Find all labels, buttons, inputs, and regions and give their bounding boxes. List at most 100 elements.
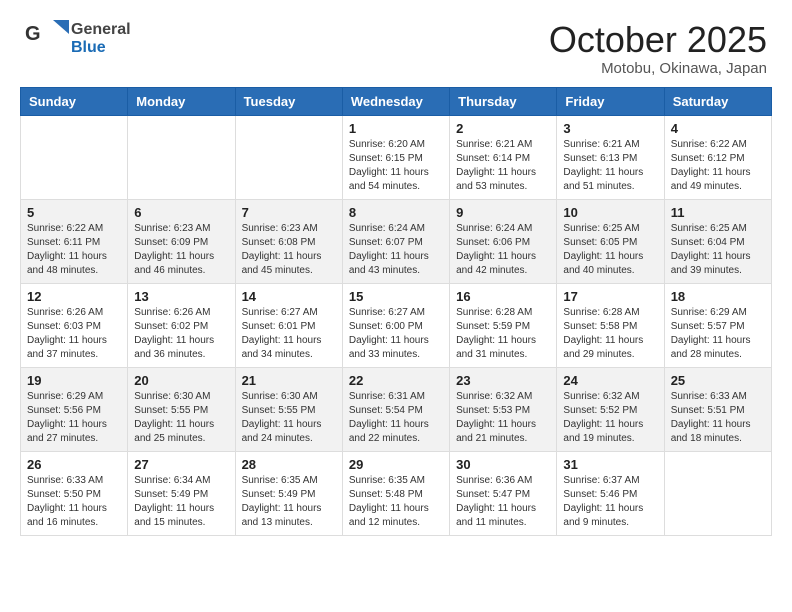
calendar-cell	[128, 115, 235, 199]
weekday-header-friday: Friday	[557, 87, 664, 115]
logo-text: General Blue	[71, 21, 131, 58]
logo-container: G General Blue	[25, 20, 131, 58]
calendar-cell: 6 Sunrise: 6:23 AMSunset: 6:09 PMDaylight…	[128, 199, 235, 283]
calendar-cell: 15Sunrise: 6:27 AMSunset: 6:00 PMDayligh…	[342, 283, 449, 367]
calendar-cell: 26Sunrise: 6:33 AMSunset: 5:50 PMDayligh…	[21, 451, 128, 535]
calendar-cell: 20 Sunrise: 6:30 AMSunset: 5:55 PMDayligh…	[128, 367, 235, 451]
calendar-cell: 3 Sunrise: 6:21 AMSunset: 6:13 PMDaylight…	[557, 115, 664, 199]
day-info: Sunrise: 6:26 AMSunset: 6:03 PMDaylight:…	[27, 306, 121, 362]
day-info: Sunrise: 6:30 AMSunset: 5:55 PMDaylight:…	[242, 390, 336, 446]
calendar-cell: 28 Sunrise: 6:35 AMSunset: 5:49 PMDayligh…	[235, 451, 342, 535]
day-info: Sunrise: 6:23 AMSunset: 6:08 PMDaylight:…	[242, 222, 336, 278]
calendar-cell: 5 Sunrise: 6:22 AMSunset: 6:11 PMDaylight…	[21, 199, 128, 283]
day-number: 19	[27, 373, 121, 388]
calendar-cell: 17 Sunrise: 6:28 AMSunset: 5:58 PMDayligh…	[557, 283, 664, 367]
title-section: October 2025 Motobu, Okinawa, Japan	[549, 20, 767, 77]
day-number: 27	[134, 457, 228, 472]
day-number: 2	[456, 121, 550, 136]
calendar-cell: 14 Sunrise: 6:27 AMSunset: 6:01 PMDayligh…	[235, 283, 342, 367]
calendar-cell: 8 Sunrise: 6:24 AMSunset: 6:07 PMDaylight…	[342, 199, 449, 283]
day-number: 3	[563, 121, 657, 136]
day-number: 31	[563, 457, 657, 472]
logo: G General Blue	[25, 20, 131, 58]
day-number: 4	[671, 121, 765, 136]
calendar-cell: 11 Sunrise: 6:25 AMSunset: 6:04 PMDayligh…	[664, 199, 771, 283]
day-number: 14	[242, 289, 336, 304]
calendar-week-1: 1Sunrise: 6:20 AMSunset: 6:15 PMDaylight…	[21, 115, 772, 199]
page-header: G General Blue October 2025 Motobu, Okin…	[10, 10, 782, 82]
calendar-week-2: 5 Sunrise: 6:22 AMSunset: 6:11 PMDaylight…	[21, 199, 772, 283]
calendar-cell: 9 Sunrise: 6:24 AMSunset: 6:06 PMDaylight…	[450, 199, 557, 283]
day-info: Sunrise: 6:29 AMSunset: 5:56 PMDaylight:…	[27, 390, 121, 446]
day-info: Sunrise: 6:22 AMSunset: 6:12 PMDaylight:…	[671, 138, 765, 194]
calendar-cell: 24 Sunrise: 6:32 AMSunset: 5:52 PMDayligh…	[557, 367, 664, 451]
day-number: 8	[349, 205, 443, 220]
day-number: 5	[27, 205, 121, 220]
day-number: 24	[563, 373, 657, 388]
day-number: 16	[456, 289, 550, 304]
day-info: Sunrise: 6:26 AMSunset: 6:02 PMDaylight:…	[134, 306, 228, 362]
calendar-cell: 1Sunrise: 6:20 AMSunset: 6:15 PMDaylight…	[342, 115, 449, 199]
calendar-week-3: 12 Sunrise: 6:26 AMSunset: 6:03 PMDayligh…	[21, 283, 772, 367]
day-info: Sunrise: 6:21 AMSunset: 6:13 PMDaylight:…	[563, 138, 657, 194]
calendar-cell: 29 Sunrise: 6:35 AMSunset: 5:48 PMDayligh…	[342, 451, 449, 535]
day-info: Sunrise: 6:25 AMSunset: 6:05 PMDaylight:…	[563, 222, 657, 278]
day-info: Sunrise: 6:31 AMSunset: 5:54 PMDaylight:…	[349, 390, 443, 446]
day-info: Sunrise: 6:35 AMSunset: 5:48 PMDaylight:…	[349, 474, 443, 530]
day-number: 28	[242, 457, 336, 472]
location: Motobu, Okinawa, Japan	[549, 60, 767, 77]
day-number: 6	[134, 205, 228, 220]
calendar-cell: 2 Sunrise: 6:21 AMSunset: 6:14 PMDaylight…	[450, 115, 557, 199]
logo-svg: G	[25, 20, 69, 58]
calendar-week-5: 26Sunrise: 6:33 AMSunset: 5:50 PMDayligh…	[21, 451, 772, 535]
calendar-cell: 31 Sunrise: 6:37 AMSunset: 5:46 PMDayligh…	[557, 451, 664, 535]
calendar-cell	[664, 451, 771, 535]
day-info: Sunrise: 6:30 AMSunset: 5:55 PMDaylight:…	[134, 390, 228, 446]
day-info: Sunrise: 6:27 AMSunset: 6:01 PMDaylight:…	[242, 306, 336, 362]
day-info: Sunrise: 6:29 AMSunset: 5:57 PMDaylight:…	[671, 306, 765, 362]
day-number: 23	[456, 373, 550, 388]
calendar-cell: 18 Sunrise: 6:29 AMSunset: 5:57 PMDayligh…	[664, 283, 771, 367]
day-number: 10	[563, 205, 657, 220]
day-info: Sunrise: 6:23 AMSunset: 6:09 PMDaylight:…	[134, 222, 228, 278]
day-number: 17	[563, 289, 657, 304]
day-number: 18	[671, 289, 765, 304]
day-info: Sunrise: 6:33 AMSunset: 5:51 PMDaylight:…	[671, 390, 765, 446]
day-info: Sunrise: 6:28 AMSunset: 5:58 PMDaylight:…	[563, 306, 657, 362]
calendar-cell: 4 Sunrise: 6:22 AMSunset: 6:12 PMDaylight…	[664, 115, 771, 199]
day-number: 20	[134, 373, 228, 388]
day-number: 29	[349, 457, 443, 472]
day-number: 22	[349, 373, 443, 388]
day-number: 12	[27, 289, 121, 304]
weekday-header-monday: Monday	[128, 87, 235, 115]
day-number: 11	[671, 205, 765, 220]
day-info: Sunrise: 6:35 AMSunset: 5:49 PMDaylight:…	[242, 474, 336, 530]
day-number: 30	[456, 457, 550, 472]
day-info: Sunrise: 6:33 AMSunset: 5:50 PMDaylight:…	[27, 474, 121, 530]
calendar-cell: 30Sunrise: 6:36 AMSunset: 5:47 PMDayligh…	[450, 451, 557, 535]
day-info: Sunrise: 6:37 AMSunset: 5:46 PMDaylight:…	[563, 474, 657, 530]
calendar-cell: 21Sunrise: 6:30 AMSunset: 5:55 PMDayligh…	[235, 367, 342, 451]
logo-blue: Blue	[71, 39, 131, 57]
calendar-cell: 22 Sunrise: 6:31 AMSunset: 5:54 PMDayligh…	[342, 367, 449, 451]
day-info: Sunrise: 6:32 AMSunset: 5:52 PMDaylight:…	[563, 390, 657, 446]
logo-general: General	[71, 21, 131, 39]
day-info: Sunrise: 6:27 AMSunset: 6:00 PMDaylight:…	[349, 306, 443, 362]
calendar-cell: 12 Sunrise: 6:26 AMSunset: 6:03 PMDayligh…	[21, 283, 128, 367]
svg-text:G: G	[25, 23, 41, 45]
weekday-header-sunday: Sunday	[21, 87, 128, 115]
day-info: Sunrise: 6:25 AMSunset: 6:04 PMDaylight:…	[671, 222, 765, 278]
weekday-header-wednesday: Wednesday	[342, 87, 449, 115]
weekday-header-row: SundayMondayTuesdayWednesdayThursdayFrid…	[21, 87, 772, 115]
day-info: Sunrise: 6:24 AMSunset: 6:06 PMDaylight:…	[456, 222, 550, 278]
day-info: Sunrise: 6:34 AMSunset: 5:49 PMDaylight:…	[134, 474, 228, 530]
day-info: Sunrise: 6:24 AMSunset: 6:07 PMDaylight:…	[349, 222, 443, 278]
day-info: Sunrise: 6:22 AMSunset: 6:11 PMDaylight:…	[27, 222, 121, 278]
month-title: October 2025	[549, 20, 767, 60]
day-info: Sunrise: 6:21 AMSunset: 6:14 PMDaylight:…	[456, 138, 550, 194]
day-number: 9	[456, 205, 550, 220]
calendar-cell: 27 Sunrise: 6:34 AMSunset: 5:49 PMDayligh…	[128, 451, 235, 535]
calendar-table: SundayMondayTuesdayWednesdayThursdayFrid…	[20, 87, 772, 536]
logo-graphic: G	[25, 20, 69, 58]
calendar-cell: 23Sunrise: 6:32 AMSunset: 5:53 PMDayligh…	[450, 367, 557, 451]
